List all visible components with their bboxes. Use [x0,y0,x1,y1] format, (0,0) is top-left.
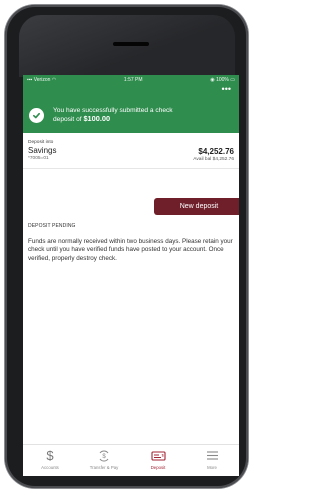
new-deposit-button[interactable]: New deposit [154,198,239,215]
tab-deposit[interactable]: $ Deposit [131,445,185,476]
menu-icon [206,448,219,463]
signal-icon: ▪▪▪ [27,77,33,83]
battery-status: ◉ 100% ▭ [210,77,235,83]
phone-speaker [113,42,149,46]
home-area [5,477,248,488]
battery-icon: ▭ [230,77,235,83]
success-line2-prefix: deposit of [53,116,82,123]
tab-label-deposit: Deposit [150,465,166,470]
deposit-into-label: Deposit into [28,140,54,145]
wifi-icon: ◠ [51,77,57,83]
success-message: You have successfully submitted a check … [53,107,173,125]
location-icon: ◉ [210,77,215,83]
deposit-account-summary: Deposit into Savings *7005=01 $4,252.76 … [23,133,239,169]
phone-top-bezel [19,15,235,77]
svg-text:$: $ [161,452,164,457]
tab-label-more: More [207,465,217,470]
success-banner: You have successfully submitted a check … [23,98,239,133]
checkmark-icon [29,108,44,123]
transfer-icon: $ [97,448,111,463]
tab-accounts[interactable]: $ Accounts [23,445,77,476]
carrier-status: ▪▪▪ Verizon ◠ [27,77,56,83]
status-time: 1:57 PM [123,77,143,83]
phone-frame: ▪▪▪ Verizon ◠ 1:57 PM ◉ 100% ▭ ••• You h… [5,5,248,488]
deposit-amount: $100.00 [83,114,111,123]
tab-label-transfer: Transfer & Pay [89,465,119,470]
bottom-tab-bar: $ Accounts $ Transfer & Pay $ Deposit Mo… [23,444,239,476]
deposit-check-icon: $ [150,448,166,463]
carrier-name: Verizon [33,77,51,83]
deposit-pending-title: DEPOSIT PENDING [28,223,76,229]
success-line2: deposit of $100.00 [53,114,173,125]
account-balance: $4,252.76 [198,147,234,156]
tab-transfer-pay[interactable]: $ Transfer & Pay [77,445,131,476]
success-line1: You have successfully submitted a check [53,106,173,114]
more-dots-icon[interactable]: ••• [222,85,231,94]
deposit-pending-message: Funds are normally received within two b… [28,238,233,262]
tab-more[interactable]: More [185,445,239,476]
app-screen: ▪▪▪ Verizon ◠ 1:57 PM ◉ 100% ▭ ••• You h… [23,75,239,476]
status-bar: ▪▪▪ Verizon ◠ 1:57 PM ◉ 100% ▭ [23,75,239,85]
tab-label-accounts: Accounts [41,465,59,470]
svg-text:$: $ [102,454,106,460]
available-balance: Avail bal $4,252.76 [193,157,234,162]
battery-percent: 100% [216,77,229,83]
nav-bar: ••• [23,85,239,98]
dollar-icon: $ [46,448,54,463]
